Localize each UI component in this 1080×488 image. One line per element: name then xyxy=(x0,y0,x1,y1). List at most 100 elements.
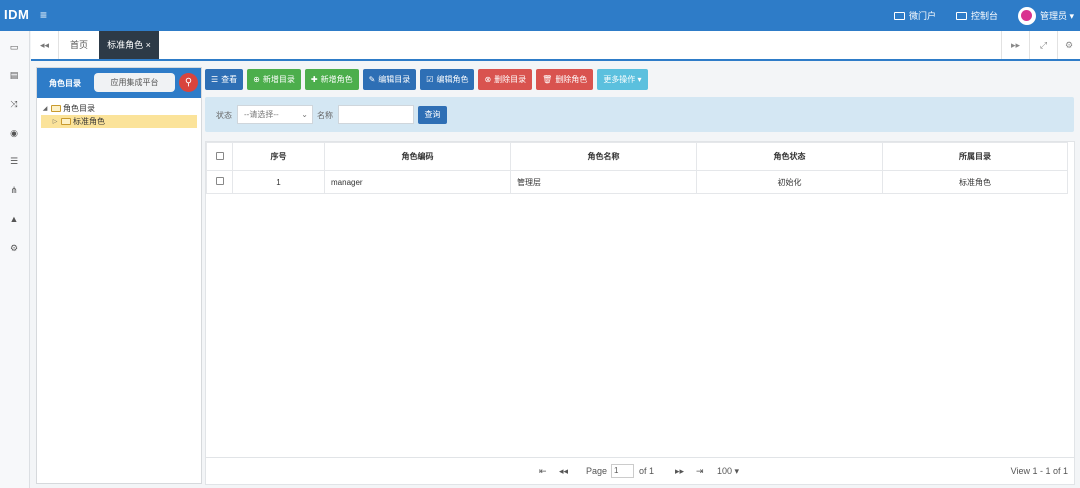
tab-scroll-left-icon[interactable]: ◂◂ xyxy=(31,31,59,59)
eye-icon[interactable]: ◉ xyxy=(8,128,20,138)
tree-node-standard-role[interactable]: ▷ 标准角色 xyxy=(41,115,197,128)
tree-node-label: 标准角色 xyxy=(73,117,105,126)
folder-open-icon xyxy=(51,105,61,112)
edit-icon: ☑ xyxy=(426,75,434,84)
table-row[interactable]: 1 manager 管理层 初始化 标准角色 xyxy=(206,170,1068,194)
menu-toggle-icon[interactable]: ≡ xyxy=(40,8,47,22)
sitemap-icon[interactable]: ⋔ xyxy=(8,185,20,195)
last-page-icon[interactable]: ⇥ xyxy=(696,466,704,477)
first-page-icon[interactable]: ⇤ xyxy=(539,466,547,477)
button-label: 编辑目录 xyxy=(378,75,411,84)
button-label: 删除角色 xyxy=(555,75,588,84)
column-header[interactable]: 角色状态 xyxy=(696,142,883,171)
area-chart-icon[interactable]: ▲ xyxy=(8,214,20,224)
directory-tree: ◢ 角色目录 ▷ 标准角色 xyxy=(37,98,201,132)
delete-role-button[interactable]: 🗑 删除角色 xyxy=(536,69,594,90)
column-header[interactable]: 角色编码 xyxy=(324,142,511,171)
pencil-icon: ✎ xyxy=(368,75,376,84)
add-directory-button[interactable]: ⊕ 新增目录 xyxy=(247,69,301,90)
prev-page-icon[interactable]: ◂◂ xyxy=(559,466,568,477)
monitor-icon xyxy=(955,11,967,20)
sidebar-rail: ▭ ▤ ⤨ ◉ ☰ ⋔ ▲ ⚙ xyxy=(0,31,30,488)
panel-title: 角色目录 xyxy=(49,79,81,88)
console-link[interactable]: 控制台 xyxy=(955,9,998,22)
table-header-row: 序号 角色编码 角色名称 角色状态 所属目录 xyxy=(206,142,1068,171)
column-header[interactable]: 所属目录 xyxy=(882,142,1068,171)
add-role-button[interactable]: ✚ 新增角色 xyxy=(304,69,359,90)
page-size-select[interactable]: 100 ▾ xyxy=(717,466,739,477)
row-checkbox[interactable] xyxy=(206,170,233,194)
panel-header: 角色目录 应用集成平台 ⚲ xyxy=(37,68,201,98)
button-label: 新增目录 xyxy=(262,75,295,84)
list-icon: ☰ xyxy=(211,75,219,84)
column-header[interactable]: 角色名称 xyxy=(510,142,697,171)
query-button[interactable]: 查询 xyxy=(418,106,447,124)
pager: ⇤ ◂◂ Page 1 of 1 ▸▸ ⇥ 100 ▾ View 1 - 1 o… xyxy=(206,457,1074,484)
roles-grid: 序号 角色编码 角色名称 角色状态 所属目录 1 manager 管理层 初始化… xyxy=(205,141,1075,485)
button-label: 查看 xyxy=(221,75,238,84)
next-page-icon[interactable]: ▸▸ xyxy=(675,466,684,477)
portal-label: 微门户 xyxy=(908,11,936,21)
page-input[interactable]: 1 xyxy=(611,464,634,478)
tree-node-root[interactable]: ◢ 角色目录 xyxy=(41,102,197,115)
times-circle-icon: ⊗ xyxy=(484,75,492,84)
tab-scroll-right-icon[interactable]: ▸▸ xyxy=(1001,31,1029,59)
name-input[interactable] xyxy=(338,105,414,124)
top-bar: IDM ≡ 微门户 控制台 管理员 ▾ xyxy=(0,0,1080,31)
user-menu[interactable]: 管理员 ▾ xyxy=(1017,6,1074,25)
list-icon[interactable]: ☰ xyxy=(8,156,20,166)
top-nav: 微门户 控制台 管理员 ▾ xyxy=(893,0,1074,31)
status-select[interactable]: --请选择-- ⌄ xyxy=(237,105,313,124)
trash-icon: 🗑 xyxy=(542,75,553,84)
table-cell: 管理层 xyxy=(510,170,697,194)
edit-role-button[interactable]: ☑ 编辑角色 xyxy=(420,69,475,90)
filter-bar: 状态 --请选择-- ⌄ 名称 查询 xyxy=(205,97,1074,132)
id-card-icon[interactable]: ▭ xyxy=(8,42,20,52)
button-label: 更多操作 xyxy=(603,75,636,84)
button-label: 编辑角色 xyxy=(436,75,469,84)
chevron-down-icon: ⌄ xyxy=(301,110,308,119)
view-button[interactable]: ☰ 查看 xyxy=(205,69,244,90)
settings-icon[interactable]: ⚙ xyxy=(1057,31,1080,59)
tab-standard-role[interactable]: 标准角色 × xyxy=(99,31,159,59)
fullscreen-icon[interactable]: ⤢ xyxy=(1029,31,1057,59)
edit-directory-button[interactable]: ✎ 编辑目录 xyxy=(362,69,417,90)
select-all-checkbox[interactable] xyxy=(206,142,233,171)
console-label: 控制台 xyxy=(970,11,998,21)
tab-home[interactable]: 首页 xyxy=(59,31,99,59)
button-label: 删除目录 xyxy=(494,75,527,84)
search-icon[interactable]: ⚲ xyxy=(179,73,198,92)
portal-link[interactable]: 微门户 xyxy=(893,9,936,22)
folder-icon xyxy=(61,118,71,125)
action-toolbar: ☰ 查看 ⊕ 新增目录 ✚ 新增角色 ✎ 编辑目录 ☑ 编辑角色 ⊗ 删除目录 🗑 删除角色 … xyxy=(205,69,648,90)
button-label: 新增角色 xyxy=(320,75,353,84)
delete-directory-button[interactable]: ⊗ 删除目录 xyxy=(478,69,533,90)
table-cell: 初始化 xyxy=(696,170,883,194)
book-icon[interactable]: ▤ xyxy=(8,70,20,80)
more-actions-button[interactable]: 更多操作 ▾ xyxy=(597,69,648,90)
plus-circle-icon: ⊕ xyxy=(253,75,260,84)
table-cell: 标准角色 xyxy=(882,170,1068,194)
avatar xyxy=(1017,6,1036,25)
role-directory-panel: 角色目录 应用集成平台 ⚲ ◢ 角色目录 ▷ 标准角色 xyxy=(36,67,202,484)
table-cell: 1 xyxy=(232,170,325,194)
directory-search-input[interactable]: 应用集成平台 xyxy=(94,73,175,92)
user-label: 管理员 ▾ xyxy=(1039,11,1074,21)
tree-node-label: 角色目录 xyxy=(63,104,95,113)
page-count: of 1 xyxy=(639,466,655,476)
caret-down-icon: ▾ xyxy=(635,75,642,84)
tab-strip: ◂◂ 首页 标准角色 × ▸▸ ⤢ ⚙ xyxy=(31,31,1080,61)
page-label: Page xyxy=(586,466,608,476)
plus-icon: ✚ xyxy=(310,75,318,84)
status-label: 状态 xyxy=(216,111,232,120)
shuffle-icon[interactable]: ⤨ xyxy=(8,99,20,109)
portal-icon xyxy=(893,11,905,20)
roles-table: 序号 角色编码 角色名称 角色状态 所属目录 1 manager 管理层 初始化… xyxy=(206,142,1068,194)
cogs-icon[interactable]: ⚙ xyxy=(8,243,20,253)
column-header[interactable]: 序号 xyxy=(232,142,325,171)
app-logo: IDM xyxy=(4,7,30,22)
name-label: 名称 xyxy=(317,111,333,120)
caret-right-icon[interactable]: ▷ xyxy=(51,118,59,125)
caret-down-icon[interactable]: ◢ xyxy=(41,105,49,112)
table-cell: manager xyxy=(324,170,511,194)
